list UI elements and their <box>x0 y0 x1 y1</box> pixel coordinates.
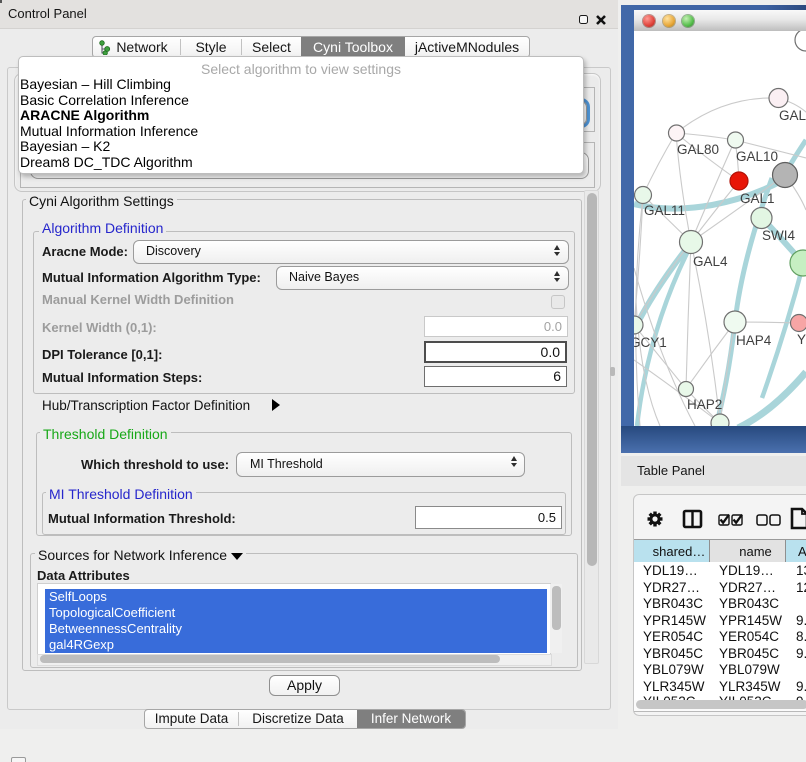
svg-text:GAL2: GAL2 <box>779 108 806 123</box>
svg-text:YBR: YBR <box>797 332 806 347</box>
svg-text:HAP2: HAP2 <box>687 397 722 412</box>
svg-text:GAL10: GAL10 <box>736 149 778 164</box>
svg-text:GAL11: GAL11 <box>644 203 685 218</box>
svg-text:HAP4: HAP4 <box>736 333 772 348</box>
svg-text:GAL1: GAL1 <box>740 191 775 206</box>
svg-text:GAL4: GAL4 <box>693 254 728 269</box>
svg-text:SWI4: SWI4 <box>762 228 795 243</box>
svg-text:GAL80: GAL80 <box>677 142 719 157</box>
svg-text:GCY1: GCY1 <box>634 335 667 350</box>
